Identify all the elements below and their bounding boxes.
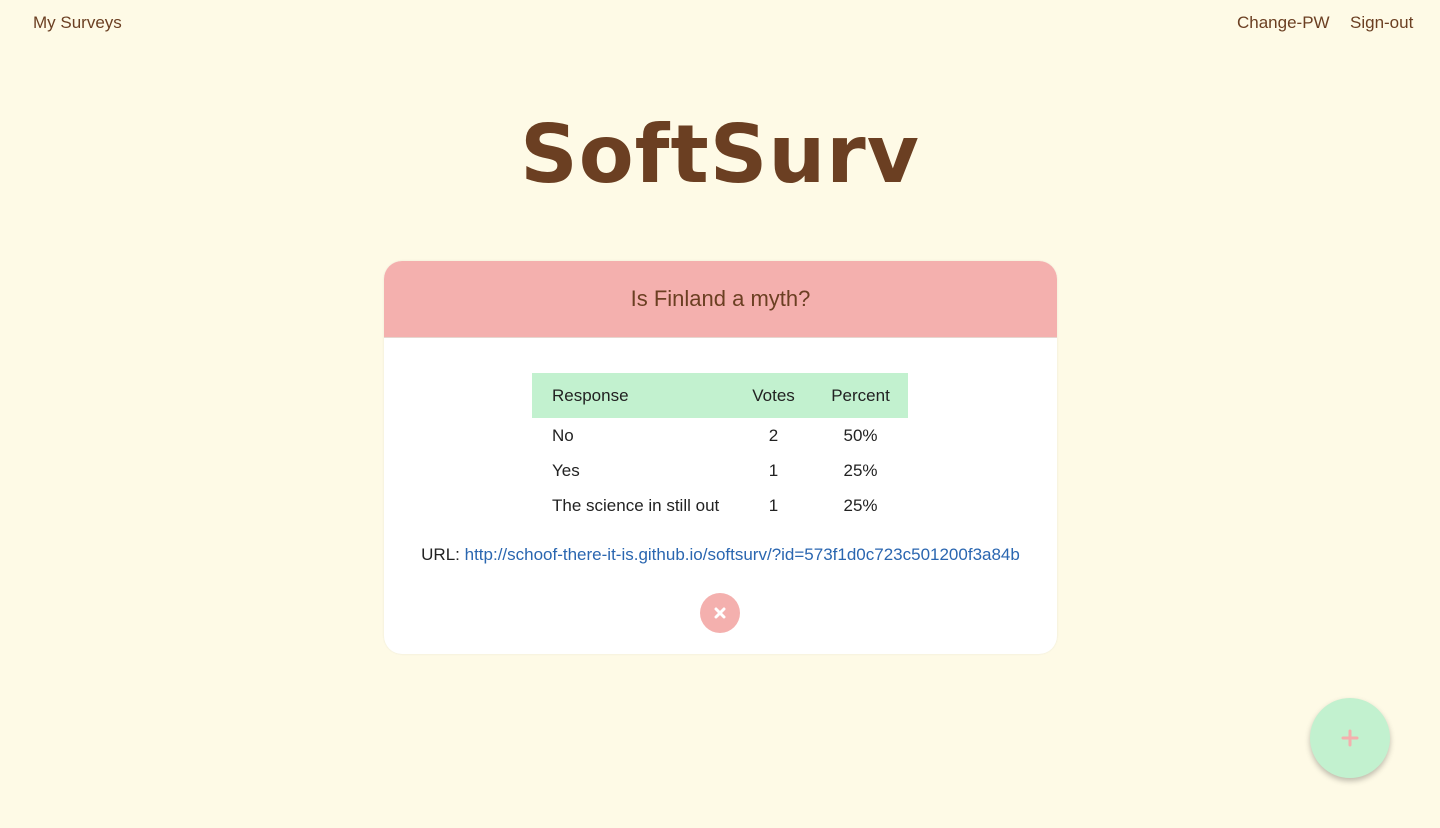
survey-url-line: URL: http://schoof-there-it-is.github.io… — [384, 545, 1057, 565]
url-label: URL: — [421, 545, 460, 564]
votes-cell: 1 — [768, 495, 779, 515]
table-header-row: Response Votes Percent — [532, 373, 908, 418]
card-header: Is Finland a myth? — [384, 261, 1057, 338]
response-cell: Yes — [552, 460, 580, 480]
column-header-percent: Percent — [831, 385, 890, 405]
survey-url-link[interactable]: http://schoof-there-it-is.github.io/soft… — [465, 545, 1020, 564]
votes-cell: 1 — [768, 460, 779, 480]
table-row: The science in still out 1 25% — [532, 488, 908, 523]
top-navigation: My Surveys Change-PW Sign-out — [0, 0, 1440, 48]
close-icon — [714, 607, 726, 619]
survey-title: Is Finland a myth? — [630, 286, 811, 311]
response-cell: No — [552, 425, 574, 445]
percent-cell: 50% — [843, 425, 878, 445]
survey-results-card: Is Finland a myth? Response Votes Percen… — [384, 261, 1057, 654]
add-survey-button[interactable] — [1310, 698, 1390, 778]
table-row: Yes 1 25% — [532, 453, 908, 488]
table-row: No 2 50% — [532, 418, 908, 453]
column-header-votes: Votes — [752, 385, 795, 405]
delete-survey-button[interactable] — [700, 593, 740, 633]
plus-icon — [1341, 729, 1359, 747]
percent-cell: 25% — [843, 495, 878, 515]
app-logo: SoftSurv — [520, 108, 920, 201]
percent-cell: 25% — [843, 460, 878, 480]
column-header-response: Response — [552, 385, 629, 405]
votes-cell: 2 — [768, 425, 779, 445]
response-cell: The science in still out — [552, 495, 720, 515]
change-password-link[interactable]: Change-PW — [1237, 13, 1330, 33]
my-surveys-link[interactable]: My Surveys — [33, 13, 122, 33]
sign-out-link[interactable]: Sign-out — [1350, 13, 1413, 33]
results-table: Response Votes Percent No 2 50% Yes 1 25… — [532, 373, 908, 523]
